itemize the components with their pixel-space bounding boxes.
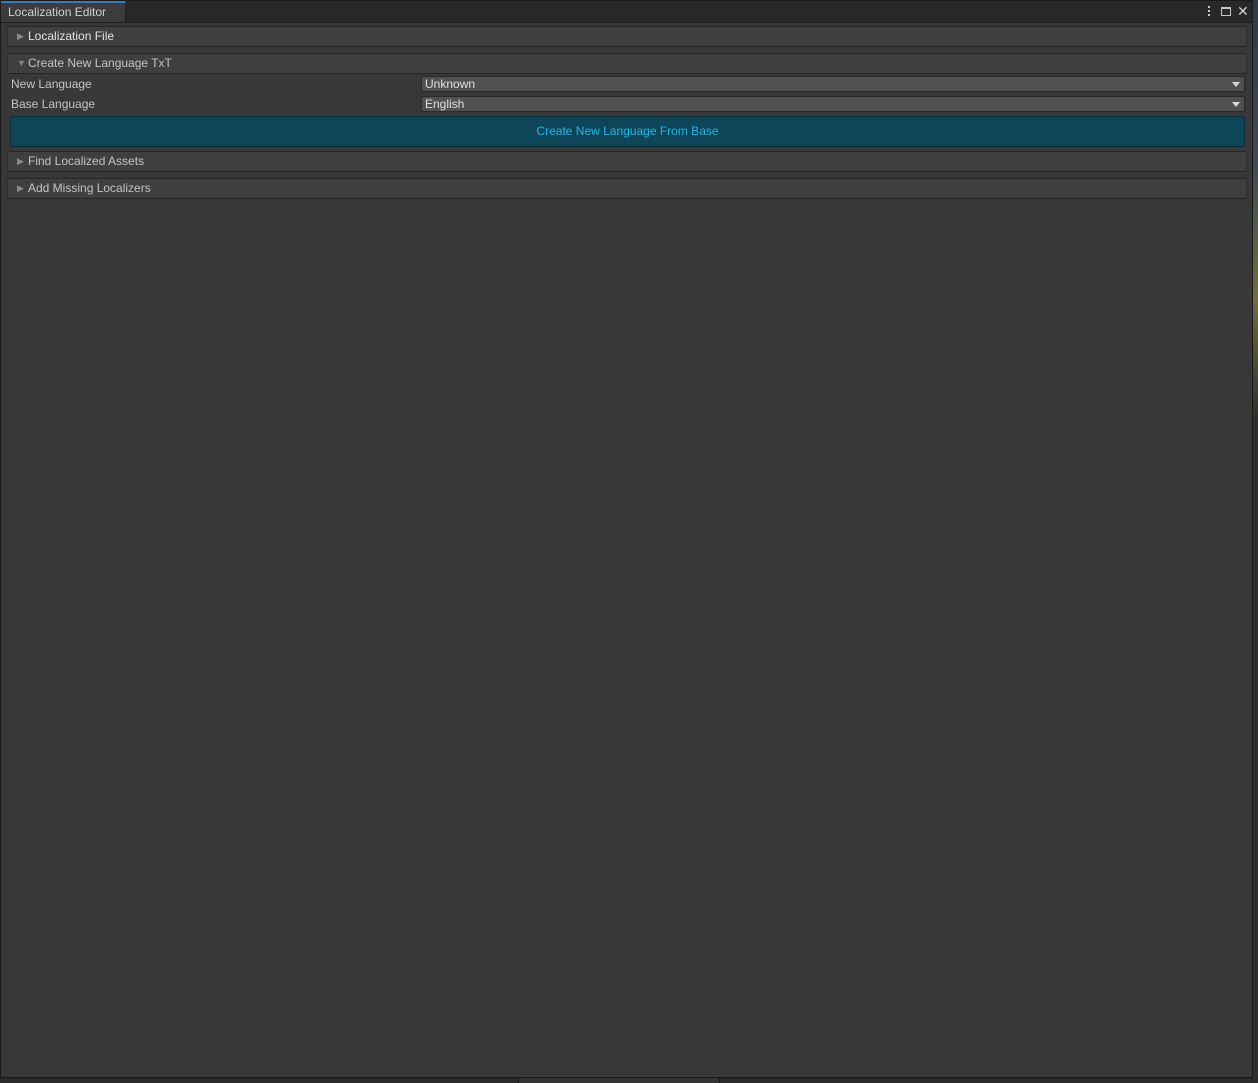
- localization-editor-window: Localization Editor ✕ ▶ Localization Fil…: [0, 0, 1253, 1078]
- background-editor-strip: [1253, 0, 1258, 1083]
- close-icon[interactable]: ✕: [1237, 4, 1249, 18]
- window-controls: ✕: [1204, 3, 1249, 19]
- foldout-label: Add Missing Localizers: [28, 181, 151, 195]
- chevron-down-icon: [1232, 102, 1240, 107]
- base-language-dropdown[interactable]: English: [421, 96, 1245, 112]
- editor-content: ▶ Localization File ▼ Create New Languag…: [7, 26, 1247, 199]
- collapsed-arrow-icon: ▶: [17, 156, 24, 166]
- base-language-label: Base Language: [11, 97, 96, 111]
- background-bottom-strip: [0, 1078, 1258, 1083]
- base-language-row: Base Language English: [7, 94, 1247, 114]
- collapsed-arrow-icon: ▶: [17, 31, 24, 41]
- foldout-find-localized-assets[interactable]: ▶ Find Localized Assets: [7, 151, 1247, 172]
- foldout-add-missing-localizers[interactable]: ▶ Add Missing Localizers: [7, 178, 1247, 199]
- kebab-menu-icon[interactable]: [1204, 5, 1215, 17]
- foldout-label: Find Localized Assets: [28, 154, 145, 168]
- collapsed-arrow-icon: ▶: [17, 183, 24, 193]
- tab-localization-editor[interactable]: Localization Editor: [1, 1, 126, 22]
- new-language-dropdown[interactable]: Unknown: [421, 76, 1245, 92]
- maximize-icon[interactable]: [1221, 7, 1231, 16]
- new-language-label: New Language: [11, 77, 92, 91]
- new-language-row: New Language Unknown: [7, 74, 1247, 94]
- create-new-language-button[interactable]: Create New Language From Base: [10, 116, 1245, 147]
- new-language-value: Unknown: [425, 77, 476, 91]
- foldout-create-new-language[interactable]: ▼ Create New Language TxT: [7, 53, 1247, 74]
- window-titlebar: Localization Editor ✕: [1, 1, 1252, 23]
- base-language-value: English: [425, 97, 465, 111]
- background-panel-edge: [518, 1078, 720, 1083]
- chevron-down-icon: [1232, 82, 1240, 87]
- expanded-arrow-icon: ▼: [17, 58, 26, 68]
- foldout-localization-file[interactable]: ▶ Localization File: [7, 26, 1247, 47]
- foldout-label: Create New Language TxT: [28, 56, 172, 70]
- foldout-label: Localization File: [28, 29, 115, 43]
